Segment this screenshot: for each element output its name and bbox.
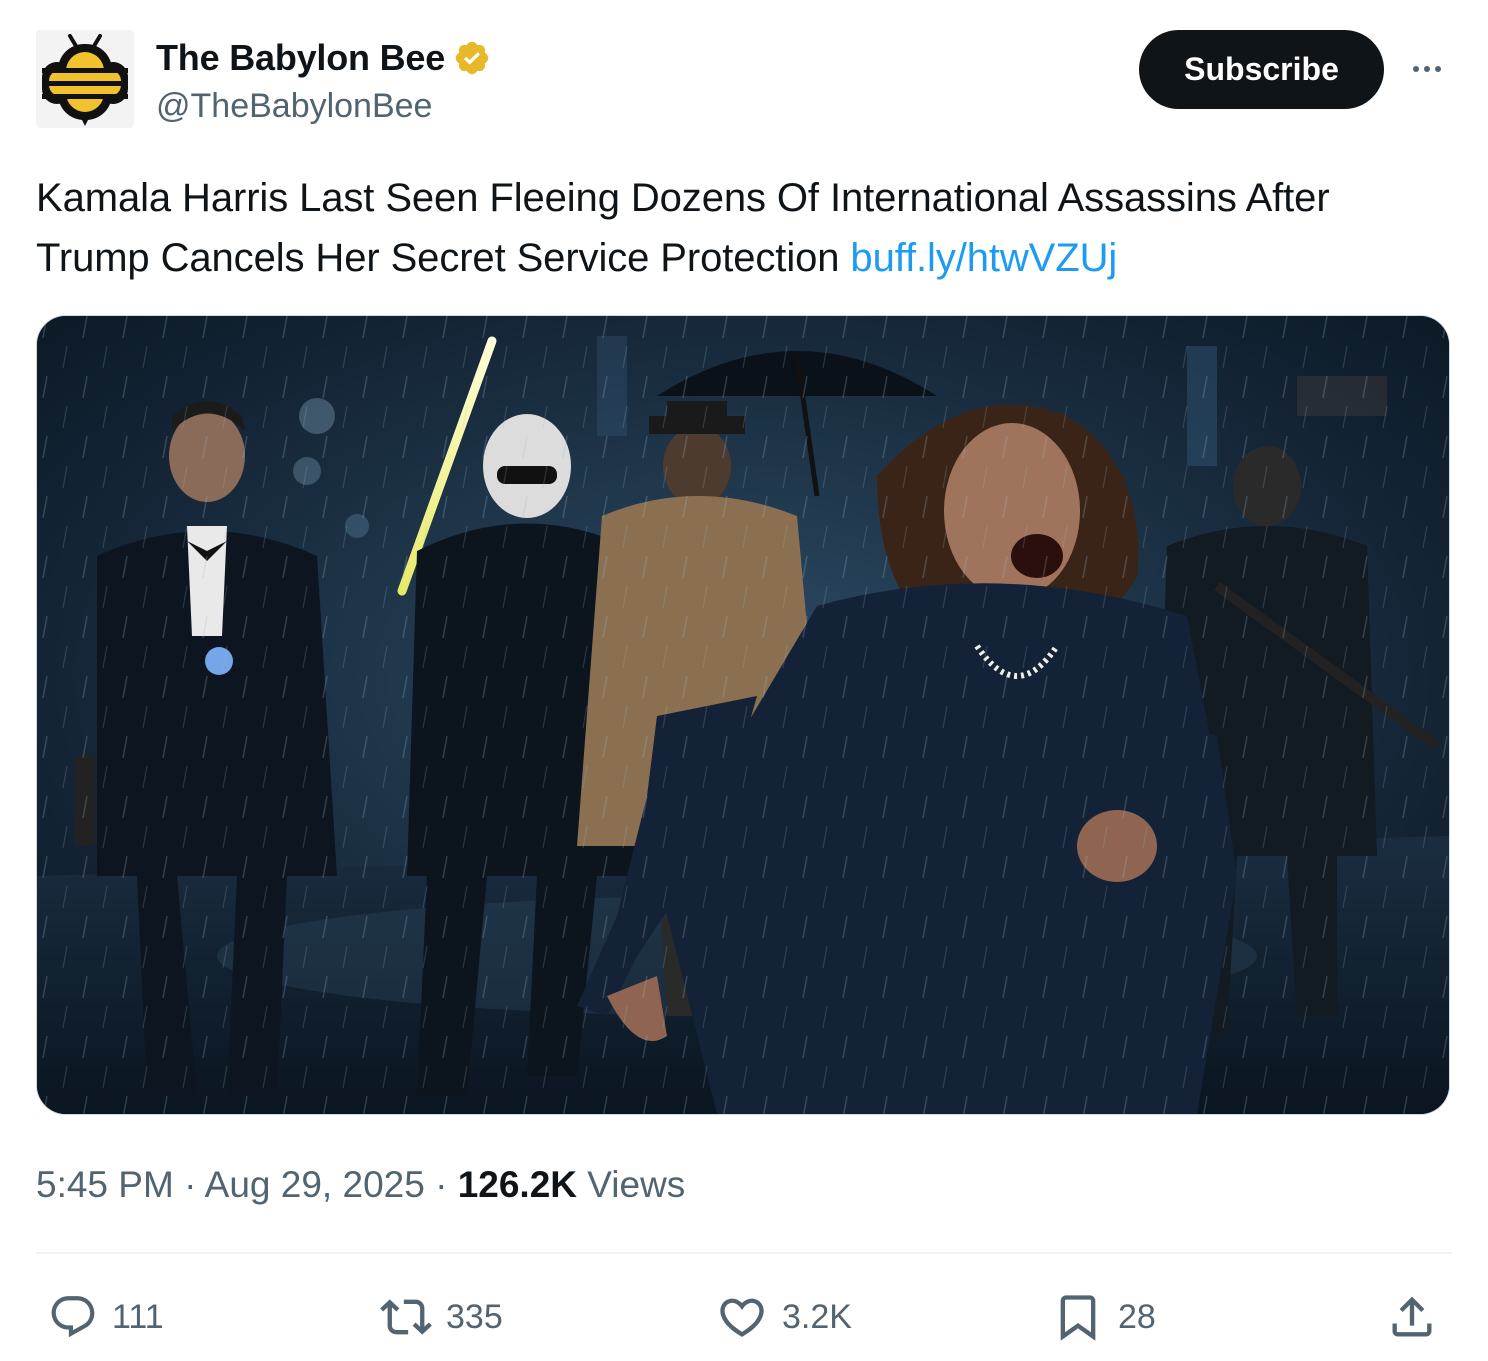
avatar[interactable] <box>36 30 134 128</box>
divider <box>36 1252 1452 1254</box>
tweet-card: The Babylon Bee @TheBabylonBee Subscribe… <box>0 0 1488 1361</box>
tweet-header: The Babylon Bee @TheBabylonBee Subscribe <box>36 30 1452 130</box>
tweet-body: Kamala Harris Last Seen Fleeing Dozens O… <box>36 176 1330 280</box>
author-handle[interactable]: @TheBabylonBee <box>156 86 491 126</box>
repost-count: 335 <box>446 1297 503 1336</box>
views-label: Views <box>587 1164 686 1205</box>
media-illustration <box>37 316 1449 1114</box>
more-options-icon[interactable] <box>1402 54 1452 84</box>
more-dot <box>1413 66 1419 72</box>
tweet-text: Kamala Harris Last Seen Fleeing Dozens O… <box>36 168 1452 288</box>
tweet-meta: 5:45 PM · Aug 29, 2025 · 126.2K Views <box>36 1160 685 1210</box>
tweet-media-image[interactable] <box>36 315 1450 1115</box>
meta-separator: · <box>184 1164 197 1205</box>
display-name-row: The Babylon Bee <box>156 36 491 80</box>
verified-badge-icon[interactable] <box>453 39 491 77</box>
reply-count: 111 <box>112 1297 164 1336</box>
more-dot <box>1435 66 1441 72</box>
reply-button[interactable]: 111 <box>48 1282 164 1352</box>
share-button[interactable] <box>1386 1282 1438 1352</box>
bookmark-count: 28 <box>1118 1297 1156 1336</box>
tweet-time[interactable]: 5:45 PM <box>36 1164 174 1205</box>
bookmark-icon <box>1052 1291 1104 1343</box>
subscribe-button[interactable]: Subscribe <box>1139 30 1384 109</box>
heart-icon <box>716 1291 768 1343</box>
action-bar: 111 335 3.2K 28 <box>0 1282 1488 1352</box>
share-icon <box>1386 1291 1438 1343</box>
display-name[interactable]: The Babylon Bee <box>156 36 445 80</box>
meta-separator: · <box>435 1164 448 1205</box>
repost-button[interactable]: 335 <box>380 1282 503 1352</box>
reply-icon <box>48 1292 98 1342</box>
views-count: 126.2K <box>457 1164 577 1205</box>
tweet-date[interactable]: Aug 29, 2025 <box>205 1164 425 1205</box>
repost-icon <box>380 1291 432 1343</box>
more-dot <box>1424 66 1430 72</box>
like-button[interactable]: 3.2K <box>716 1282 852 1352</box>
author-names: The Babylon Bee @TheBabylonBee <box>156 36 491 126</box>
bookmark-button[interactable]: 28 <box>1052 1282 1156 1352</box>
babylon-bee-logo-icon <box>36 30 134 128</box>
tweet-link[interactable]: buff.ly/htwVZUj <box>850 236 1117 280</box>
like-count: 3.2K <box>782 1297 852 1336</box>
